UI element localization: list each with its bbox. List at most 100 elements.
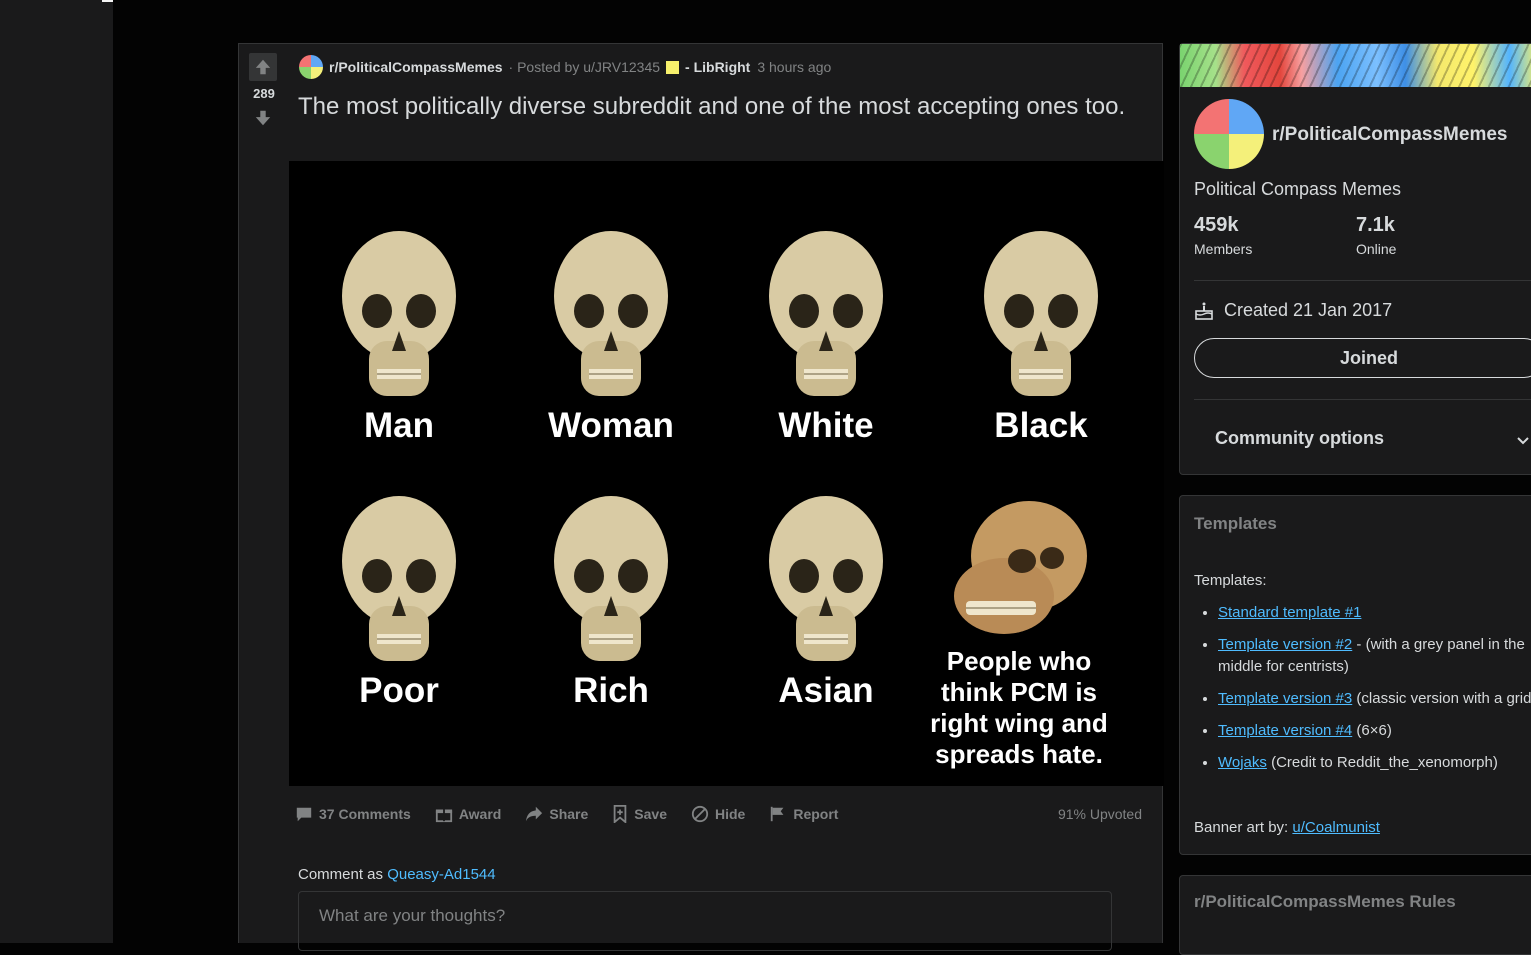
list-item: Standard template #1 bbox=[1218, 602, 1531, 624]
meme-caption: Man bbox=[364, 406, 434, 445]
share-label: Share bbox=[549, 806, 589, 822]
upvote-ratio: 91% Upvoted bbox=[1057, 806, 1142, 822]
templates-widget: Templates Templates: Standard template #… bbox=[1179, 495, 1531, 855]
banner-credit-user-link[interactable]: u/Coalmunist bbox=[1292, 819, 1380, 836]
skull-icon bbox=[769, 496, 883, 661]
skull-icon bbox=[769, 231, 883, 396]
meme-cell: Asian bbox=[736, 496, 916, 711]
vote-column: 289 bbox=[239, 44, 289, 943]
meme-cell: Poor bbox=[309, 496, 489, 711]
rules-widget: r/PoliticalCompassMemes Rules bbox=[1179, 875, 1531, 955]
comment-user-link[interactable]: Queasy-Ad1544 bbox=[387, 866, 495, 883]
online-label: Online bbox=[1356, 241, 1397, 257]
template-note: (classic version with a grid) bbox=[1352, 690, 1531, 707]
banner-credit-label: Banner art by: bbox=[1194, 819, 1289, 836]
flag-icon bbox=[771, 806, 784, 822]
joined-button[interactable]: Joined bbox=[1194, 338, 1531, 378]
comments-button[interactable]: 37 Comments bbox=[295, 805, 411, 823]
ape-skull-icon bbox=[954, 501, 1087, 634]
templates-subheading: Templates: bbox=[1194, 572, 1267, 589]
comments-label: 37 Comments bbox=[319, 806, 411, 822]
divider bbox=[1194, 280, 1531, 281]
meme-caption: Asian bbox=[778, 671, 874, 710]
subreddit-link[interactable]: r/PoliticalCompassMemes bbox=[329, 59, 503, 75]
post-title[interactable]: The most politically diverse subreddit a… bbox=[298, 92, 1153, 122]
members-count: 459k bbox=[1194, 214, 1239, 236]
skull-icon bbox=[554, 496, 668, 661]
report-label: Report bbox=[793, 806, 839, 822]
meme-caption: Poor bbox=[359, 671, 439, 710]
template-note: (Credit to Reddit_the_xenomorph) bbox=[1266, 754, 1498, 771]
community-about-card: r/PoliticalCompassMemes Political Compas… bbox=[1179, 43, 1531, 475]
online-stat: 7.1k Online bbox=[1356, 214, 1396, 257]
post-meta: r/PoliticalCompassMemes · Posted by u/JR… bbox=[299, 55, 831, 79]
skull-icon bbox=[984, 231, 1098, 396]
community-icon[interactable] bbox=[1194, 99, 1264, 169]
community-name[interactable]: r/PoliticalCompassMemes bbox=[1272, 124, 1507, 146]
skull-icon bbox=[342, 496, 456, 661]
template-link[interactable]: Template version #3 bbox=[1218, 690, 1352, 707]
downvote-button[interactable] bbox=[249, 104, 277, 132]
meme-caption: Rich bbox=[573, 671, 649, 710]
comment-as: Comment as Queasy-Ad1544 bbox=[298, 866, 496, 883]
list-item: Wojaks (Credit to Reddit_the_xenomorph) bbox=[1218, 752, 1531, 774]
divider bbox=[1194, 399, 1531, 400]
cake-icon bbox=[1195, 302, 1213, 320]
upvote-button[interactable] bbox=[249, 53, 277, 81]
share-button[interactable]: Share bbox=[525, 805, 588, 823]
list-item: Template version #2 - (with a grey panel… bbox=[1218, 634, 1531, 678]
meme-cell: Man bbox=[309, 231, 489, 446]
user-flair: - LibRight bbox=[685, 59, 751, 75]
hide-icon bbox=[691, 805, 709, 823]
award-button[interactable]: Award bbox=[435, 805, 502, 823]
downvote-arrow-icon bbox=[255, 110, 271, 126]
left-gutter bbox=[0, 0, 113, 943]
post-time[interactable]: 3 hours ago bbox=[757, 59, 831, 75]
subreddit-icon[interactable] bbox=[299, 55, 323, 79]
save-label: Save bbox=[634, 806, 667, 822]
bookmark-icon bbox=[613, 805, 627, 823]
meme-caption: Black bbox=[994, 406, 1088, 445]
community-banner bbox=[1180, 44, 1531, 87]
created-label: Created 21 Jan 2017 bbox=[1224, 300, 1393, 320]
hide-button[interactable]: Hide bbox=[691, 805, 745, 823]
hide-label: Hide bbox=[714, 806, 746, 822]
posted-by[interactable]: · Posted by u/JRV12345 bbox=[509, 59, 661, 75]
template-link[interactable]: Standard template #1 bbox=[1218, 604, 1361, 621]
rules-heading: r/PoliticalCompassMemes Rules bbox=[1194, 892, 1456, 911]
template-link[interactable]: Template version #2 bbox=[1218, 636, 1352, 653]
gift-icon bbox=[435, 809, 452, 823]
online-count: 7.1k bbox=[1356, 214, 1395, 236]
flair-square-icon bbox=[666, 60, 680, 74]
banner-credit: Banner art by: u/Coalmunist bbox=[1194, 819, 1380, 836]
comment-icon bbox=[296, 807, 312, 822]
skull-icon bbox=[342, 231, 456, 396]
template-note: (6×6) bbox=[1352, 722, 1392, 739]
templates-list: Standard template #1 Template version #2… bbox=[1194, 602, 1531, 784]
post-card: 289 r/PoliticalCompassMemes · Posted by … bbox=[238, 43, 1164, 951]
community-description: Political Compass Memes bbox=[1194, 179, 1402, 199]
template-link[interactable]: Wojaks bbox=[1218, 754, 1267, 771]
members-label: Members bbox=[1194, 241, 1253, 257]
post-image[interactable]: Man Woman White Black Poor Rich Asian Pe… bbox=[289, 161, 1164, 786]
award-label: Award bbox=[458, 806, 502, 822]
chevron-down-icon[interactable] bbox=[1515, 432, 1531, 448]
template-link[interactable]: Template version #4 bbox=[1218, 722, 1352, 739]
created-date: Created 21 Jan 2017 bbox=[1194, 300, 1392, 321]
meme-caption: White bbox=[778, 406, 874, 445]
comment-input[interactable]: What are your thoughts? bbox=[298, 891, 1112, 951]
comment-as-label: Comment as bbox=[298, 866, 384, 883]
post-actions: 37 Comments Award Share Save Hide Report bbox=[295, 794, 862, 834]
share-icon bbox=[526, 806, 543, 822]
list-item: Template version #3 (classic version wit… bbox=[1218, 688, 1531, 710]
report-button[interactable]: Report bbox=[769, 805, 838, 823]
skull-icon bbox=[554, 231, 668, 396]
meme-caption: Woman bbox=[548, 406, 674, 445]
meme-cell: White bbox=[736, 231, 916, 446]
community-options-toggle[interactable]: Community options bbox=[1215, 428, 1384, 449]
meme-cell: Rich bbox=[521, 496, 701, 711]
meme-cell: Woman bbox=[521, 231, 701, 446]
templates-heading: Templates bbox=[1194, 514, 1277, 533]
save-button[interactable]: Save bbox=[612, 805, 667, 823]
meme-caption: People who think PCM is right wing and s… bbox=[930, 646, 1108, 769]
